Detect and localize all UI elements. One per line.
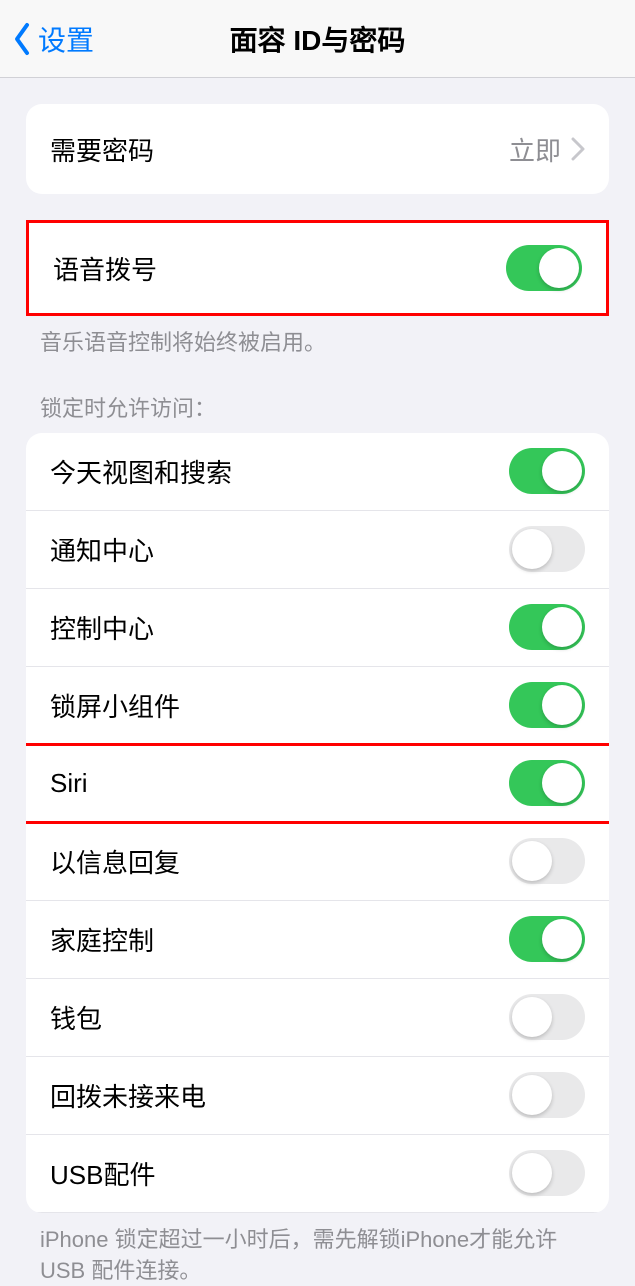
chevron-right-icon — [571, 137, 585, 161]
lock-item-row: USB配件 — [26, 1135, 609, 1213]
lock-item-row: 家庭控制 — [26, 901, 609, 979]
lock-item-label: USB配件 — [50, 1155, 509, 1192]
lock-item-toggle[interactable] — [509, 916, 585, 962]
lock-item-toggle[interactable] — [509, 526, 585, 572]
lock-item-row: 锁屏小组件 — [26, 667, 609, 745]
page-title: 面容 ID与密码 — [0, 19, 635, 59]
voice-dial-label: 语音拨号 — [53, 250, 506, 287]
back-button[interactable]: 设置 — [0, 19, 94, 59]
usb-note: iPhone 锁定超过一小时后，需先解锁iPhone才能允许USB 配件连接。 — [40, 1225, 595, 1286]
lock-item-toggle[interactable] — [509, 838, 585, 884]
voice-dial-toggle[interactable] — [506, 245, 582, 291]
lock-item-label: 家庭控制 — [50, 921, 509, 958]
voice-dial-row: 语音拨号 — [29, 223, 606, 313]
lock-item-toggle[interactable] — [509, 760, 585, 806]
lock-item-row: 通知中心 — [26, 511, 609, 589]
voice-dial-note: 音乐语音控制将始终被启用。 — [40, 328, 595, 359]
lock-item-label: Siri — [50, 768, 509, 799]
lock-item-row: 控制中心 — [26, 589, 609, 667]
lock-item-row: Siri — [26, 745, 609, 823]
voice-dial-group: 语音拨号 — [26, 220, 609, 316]
lock-item-toggle[interactable] — [509, 448, 585, 494]
content: 需要密码 立即 语音拨号 音乐语音控制将始终被启用。 锁定时允许访问： 今天视图… — [0, 104, 635, 1286]
lock-section-header: 锁定时允许访问： — [40, 391, 595, 423]
lock-item-label: 锁屏小组件 — [50, 687, 509, 724]
lock-item-label: 今天视图和搜索 — [50, 453, 509, 490]
lock-item-label: 通知中心 — [50, 531, 509, 568]
chevron-left-icon — [12, 22, 32, 56]
lock-item-row: 钱包 — [26, 979, 609, 1057]
lock-item-toggle[interactable] — [509, 682, 585, 728]
back-label: 设置 — [38, 19, 94, 59]
lock-item-toggle[interactable] — [509, 604, 585, 650]
lock-item-label: 钱包 — [50, 999, 509, 1036]
lock-item-label: 回拨未接来电 — [50, 1077, 509, 1114]
require-passcode-value: 立即 — [509, 131, 561, 168]
navbar: 设置 面容 ID与密码 — [0, 0, 635, 78]
lock-item-toggle[interactable] — [509, 1150, 585, 1196]
require-passcode-group: 需要密码 立即 — [26, 104, 609, 194]
lock-item-row: 以信息回复 — [26, 823, 609, 901]
require-passcode-row[interactable]: 需要密码 立即 — [26, 104, 609, 194]
lock-item-label: 控制中心 — [50, 609, 509, 646]
lock-item-toggle[interactable] — [509, 1072, 585, 1118]
lock-item-toggle[interactable] — [509, 994, 585, 1040]
lock-item-label: 以信息回复 — [50, 843, 509, 880]
lock-access-group: 今天视图和搜索通知中心控制中心锁屏小组件 Siri 以信息回复家庭控制钱包回拨未接来… — [26, 433, 609, 1213]
require-passcode-label: 需要密码 — [50, 131, 509, 168]
lock-item-row: 今天视图和搜索 — [26, 433, 609, 511]
lock-item-row: 回拨未接来电 — [26, 1057, 609, 1135]
